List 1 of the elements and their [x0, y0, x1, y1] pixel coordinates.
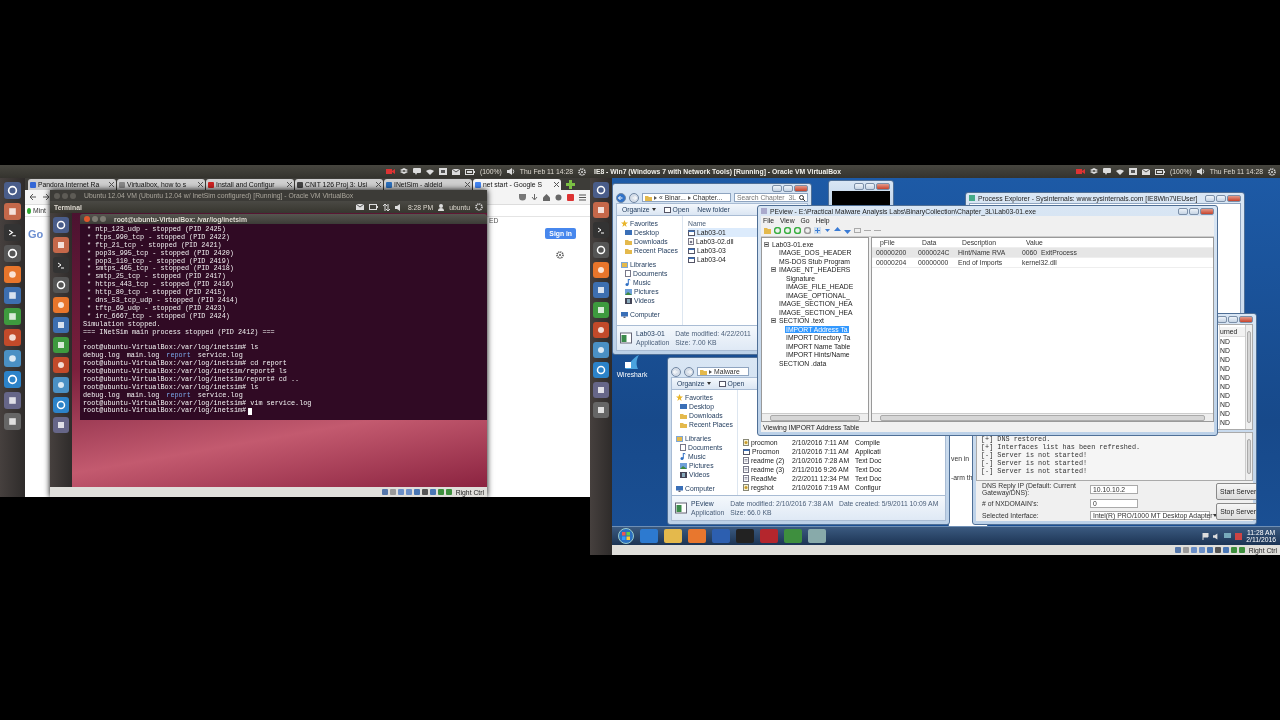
logo-text: Go [28, 228, 44, 240]
